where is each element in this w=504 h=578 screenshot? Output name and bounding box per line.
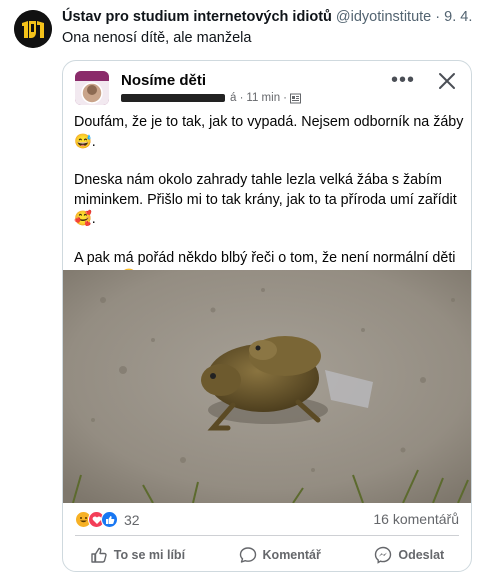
comment-icon <box>239 547 256 563</box>
share-button[interactable]: Odeslat <box>374 546 444 564</box>
author-handle[interactable]: @idyotinstitute <box>336 9 431 25</box>
like-button[interactable]: To se mi líbí <box>90 546 185 564</box>
actions-divider <box>75 535 459 536</box>
group-name[interactable]: Nosíme děti <box>121 72 206 89</box>
like-reaction-icon <box>101 511 118 528</box>
redacted-author <box>121 94 225 102</box>
comments-count[interactable]: 16 komentářů <box>373 511 459 527</box>
reaction-count: 32 <box>124 511 140 528</box>
meta-separator: · <box>283 92 287 104</box>
comment-button[interactable]: Komentář <box>239 546 321 564</box>
post-meta: á · 11 min · <box>121 92 301 104</box>
post-paragraph: Dneska nám okolo zahrady tahle lezla vel… <box>74 172 457 227</box>
share-label: Odeslat <box>398 548 445 562</box>
post-paragraph: Doufám, že je to tak, jak to vypadá. Nej… <box>74 114 464 150</box>
tweet-text: Ona nenosí dítě, ale manžela <box>62 30 252 46</box>
comment-label: Komentář <box>262 548 321 562</box>
reactions-summary[interactable]: 32 <box>75 511 140 528</box>
author-name[interactable]: Ústav pro studium internetových idiotů <box>62 9 332 25</box>
close-icon[interactable] <box>435 69 459 93</box>
header-separator: · <box>435 9 441 25</box>
tweet-header: Ústav pro studium internetových idiotů @… <box>62 9 472 25</box>
tweet-date[interactable]: 9. 4. <box>444 9 472 25</box>
post-time[interactable]: 11 min <box>246 92 280 104</box>
post-actions: To se mi líbí Komentář Odeslat <box>63 541 471 569</box>
post-photo[interactable] <box>63 270 472 503</box>
embedded-fb-post[interactable]: Nosíme děti á · 11 min · ••• Doufám, že … <box>62 60 472 572</box>
group-avatar[interactable] <box>75 71 109 105</box>
like-icon <box>91 547 107 563</box>
meta-prefix: á · <box>230 92 244 104</box>
messenger-icon <box>375 546 392 564</box>
brand-logo-icon <box>14 10 52 48</box>
group-avatar-icon <box>75 71 109 105</box>
audience-icon <box>289 93 301 103</box>
author-avatar[interactable] <box>14 10 52 48</box>
like-label: To se mi líbí <box>113 548 186 562</box>
tweet: Ústav pro studium internetových idiotů @… <box>0 0 504 578</box>
more-icon[interactable]: ••• <box>391 69 415 92</box>
